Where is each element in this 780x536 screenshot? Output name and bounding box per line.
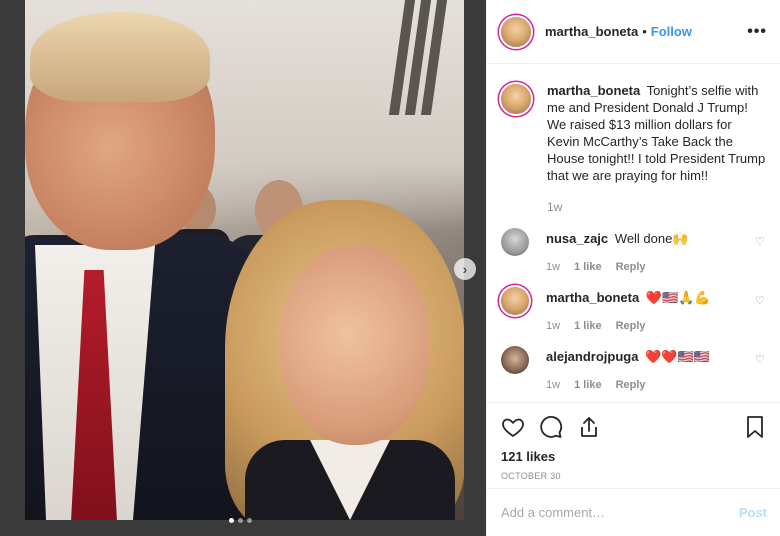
comment-time[interactable]: 1w [546, 379, 560, 391]
photo-carousel: › [0, 0, 486, 536]
avatar[interactable] [501, 287, 529, 315]
comment-text: ❤️🇺🇸🙏💪 [645, 290, 711, 305]
carousel-dot [238, 518, 243, 523]
post-date[interactable]: OCTOBER 30 [501, 471, 767, 481]
comment-time[interactable]: 1w [546, 261, 560, 273]
post-header: martha_boneta • Follow ••• [487, 0, 780, 64]
caption-username[interactable]: martha_boneta [547, 83, 640, 98]
post-actions: 121 likes OCTOBER 30 [487, 402, 780, 488]
comment-username[interactable]: martha_boneta [546, 290, 639, 305]
comment-likes[interactable]: 1 like [574, 320, 602, 332]
man-figure [25, 12, 265, 520]
comment-text: ❤️❤️🇺🇸🇺🇸 [645, 349, 710, 364]
reply-button[interactable]: Reply [616, 379, 646, 391]
avatar[interactable] [501, 346, 529, 374]
caption-body: Tonight’s selfie with me and President D… [547, 83, 766, 183]
like-comment-icon[interactable]: ♡ [755, 295, 767, 307]
woman-figure [225, 200, 464, 520]
carousel-dot-active [229, 518, 234, 523]
comment-item: alejandrojpuga ❤️❤️🇺🇸🇺🇸 1w 1 like Reply … [501, 346, 767, 391]
comment-input[interactable] [501, 505, 731, 520]
caption-time[interactable]: 1w [547, 200, 767, 214]
add-comment-bar: Post [487, 488, 780, 536]
bookmark-icon[interactable] [743, 415, 767, 439]
separator: • [642, 24, 647, 39]
post-photo[interactable] [25, 0, 464, 520]
comment-likes[interactable]: 1 like [574, 261, 602, 273]
chevron-right-icon[interactable]: › [454, 258, 476, 280]
comment-icon[interactable] [539, 415, 563, 439]
comment-item: nusa_zajc Well done🙌 1w 1 like Reply ♡ [501, 228, 767, 273]
carousel-dot [247, 518, 252, 523]
likes-count[interactable]: 121 likes [501, 449, 767, 464]
share-icon[interactable] [577, 415, 601, 439]
reply-button[interactable]: Reply [616, 320, 646, 332]
avatar[interactable] [501, 228, 529, 256]
reply-button[interactable]: Reply [616, 261, 646, 273]
comment-text: Well done🙌 [614, 231, 689, 246]
heart-icon[interactable] [501, 415, 525, 439]
comments-list[interactable]: martha_boneta Tonight’s selfie with me a… [487, 64, 780, 402]
comment-item: martha_boneta ❤️🇺🇸🙏💪 1w 1 like Reply ♡ [501, 287, 767, 332]
avatar[interactable] [501, 16, 531, 47]
like-comment-icon[interactable]: ♡ [755, 236, 767, 248]
more-options-icon[interactable]: ••• [747, 23, 767, 41]
like-comment-icon[interactable]: ♡ [755, 354, 767, 366]
comment-likes[interactable]: 1 like [574, 379, 602, 391]
comment-username[interactable]: alejandrojpuga [546, 349, 638, 364]
follow-button[interactable]: Follow [651, 24, 692, 39]
post-comment-button[interactable]: Post [739, 505, 767, 520]
carousel-dots [229, 518, 252, 523]
comment-username[interactable]: nusa_zajc [546, 231, 608, 246]
caption: martha_boneta Tonight’s selfie with me a… [501, 64, 767, 214]
avatar[interactable] [501, 84, 531, 114]
caption-text: martha_boneta Tonight’s selfie with me a… [547, 82, 767, 184]
post-details: martha_boneta • Follow ••• martha_boneta… [486, 0, 780, 536]
comment-time[interactable]: 1w [546, 320, 560, 332]
author-username[interactable]: martha_boneta [545, 24, 638, 39]
